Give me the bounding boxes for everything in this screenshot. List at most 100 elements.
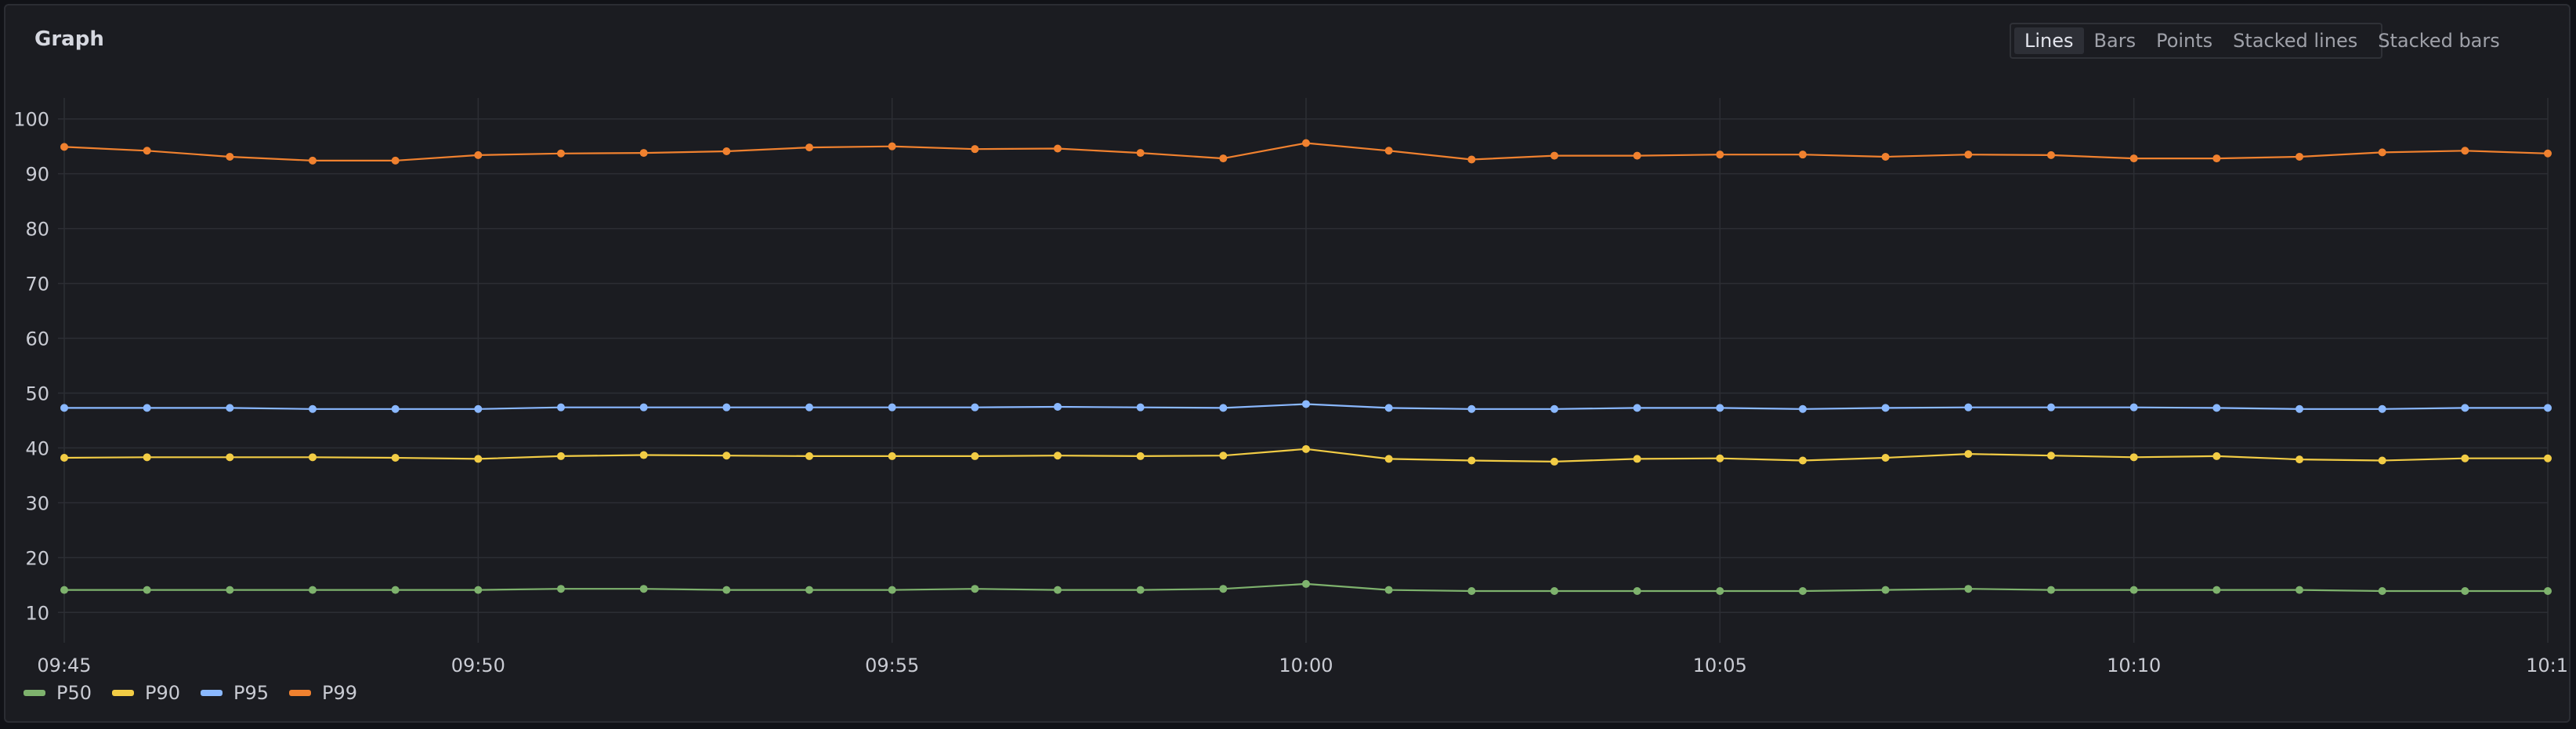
y-tick-label: 40 (25, 437, 49, 459)
x-tick-label: 09:50 (451, 655, 505, 676)
y-tick-label: 100 (13, 109, 49, 131)
data-point (1384, 455, 1393, 463)
data-point (1881, 404, 1890, 412)
legend-label: P50 (56, 682, 92, 704)
y-tick-label: 10 (25, 602, 49, 624)
data-point (2544, 149, 2552, 158)
data-point (391, 454, 400, 462)
x-tick-label: 10:10 (2107, 655, 2161, 676)
data-point (557, 149, 565, 158)
data-point (1550, 151, 1558, 160)
data-point (2296, 586, 2303, 594)
data-point (805, 586, 813, 594)
data-point (2047, 452, 2055, 460)
data-point (1467, 456, 1476, 465)
data-point (1054, 452, 1062, 460)
data-point (1467, 587, 1476, 596)
data-point (888, 403, 896, 412)
data-point (1633, 455, 1641, 463)
grid (58, 98, 2549, 643)
legend-item-p95[interactable]: P95 (201, 682, 269, 704)
data-point (60, 586, 68, 594)
data-point (474, 455, 483, 463)
data-point (1054, 144, 1062, 153)
data-point (2544, 587, 2552, 596)
data-point (309, 404, 317, 413)
data-point (226, 152, 234, 161)
data-point (2296, 404, 2303, 413)
data-point (391, 404, 400, 413)
y-tick-label: 50 (25, 383, 49, 404)
x-tick-label: 10:1 (2526, 655, 2568, 676)
data-point (2129, 453, 2138, 462)
data-point (1219, 154, 1228, 163)
legend-item-p50[interactable]: P50 (24, 682, 92, 704)
data-point (639, 451, 648, 459)
data-point (639, 585, 648, 593)
data-point (2047, 151, 2055, 159)
data-point (1716, 404, 1724, 412)
data-point (2047, 403, 2055, 412)
data-point (1964, 151, 1973, 159)
y-tick-label: 20 (25, 547, 49, 569)
data-point (722, 403, 731, 412)
legend-item-p99[interactable]: P99 (289, 682, 357, 704)
data-point (2378, 404, 2386, 413)
data-point (2378, 587, 2386, 596)
legend-swatch (289, 690, 312, 696)
y-tick-label: 30 (25, 492, 49, 514)
legend-swatch (112, 690, 135, 696)
y-axis: 10 20 30 40 50 60 70 80 90 100 (13, 109, 49, 625)
data-point (2212, 452, 2221, 460)
data-point (60, 143, 68, 151)
data-point (888, 586, 896, 594)
data-point (639, 403, 648, 412)
data-point (1384, 404, 1393, 412)
legend-swatch (24, 690, 45, 696)
data-point (1136, 452, 1145, 460)
data-point (2461, 147, 2469, 155)
legend-label: P99 (322, 682, 358, 704)
data-point (2544, 454, 2552, 462)
data-point (557, 452, 565, 460)
x-tick-label: 09:55 (865, 655, 919, 676)
data-point (557, 403, 565, 412)
data-point (143, 147, 151, 155)
data-point (391, 586, 400, 594)
data-point (1302, 579, 1310, 588)
data-point (226, 586, 234, 594)
data-point (309, 586, 317, 594)
data-point (143, 453, 151, 462)
x-tick-label: 10:00 (1279, 655, 1333, 676)
data-point (1219, 452, 1228, 460)
data-point (2461, 587, 2469, 596)
y-tick-label: 90 (25, 164, 49, 186)
data-point (60, 404, 68, 412)
data-point (2212, 154, 2221, 163)
data-point (722, 452, 731, 460)
data-point (2212, 404, 2221, 412)
x-tick-label: 10:05 (1693, 655, 1747, 676)
data-point (888, 452, 896, 460)
y-tick-label: 80 (25, 219, 49, 241)
data-point (971, 452, 979, 460)
data-point (1219, 585, 1228, 593)
data-point (1467, 404, 1476, 413)
legend-item-p90[interactable]: P90 (112, 682, 180, 704)
line-chart: 10 20 30 40 50 60 70 80 90 100 09:45 09:50 09:55 10:… (13, 98, 2568, 676)
data-point (722, 586, 731, 594)
data-point (1136, 149, 1145, 158)
data-point (805, 452, 813, 460)
data-point (1136, 403, 1145, 412)
data-point (1302, 444, 1310, 453)
data-point (2296, 455, 2303, 464)
data-point (2047, 586, 2055, 594)
data-point (309, 453, 317, 462)
data-point (2129, 403, 2138, 412)
data-point (1633, 587, 1641, 596)
data-point (1799, 587, 1807, 596)
legend-swatch (201, 690, 223, 696)
data-point (1054, 586, 1062, 594)
data-point (1964, 585, 1973, 593)
data-point (143, 404, 151, 412)
